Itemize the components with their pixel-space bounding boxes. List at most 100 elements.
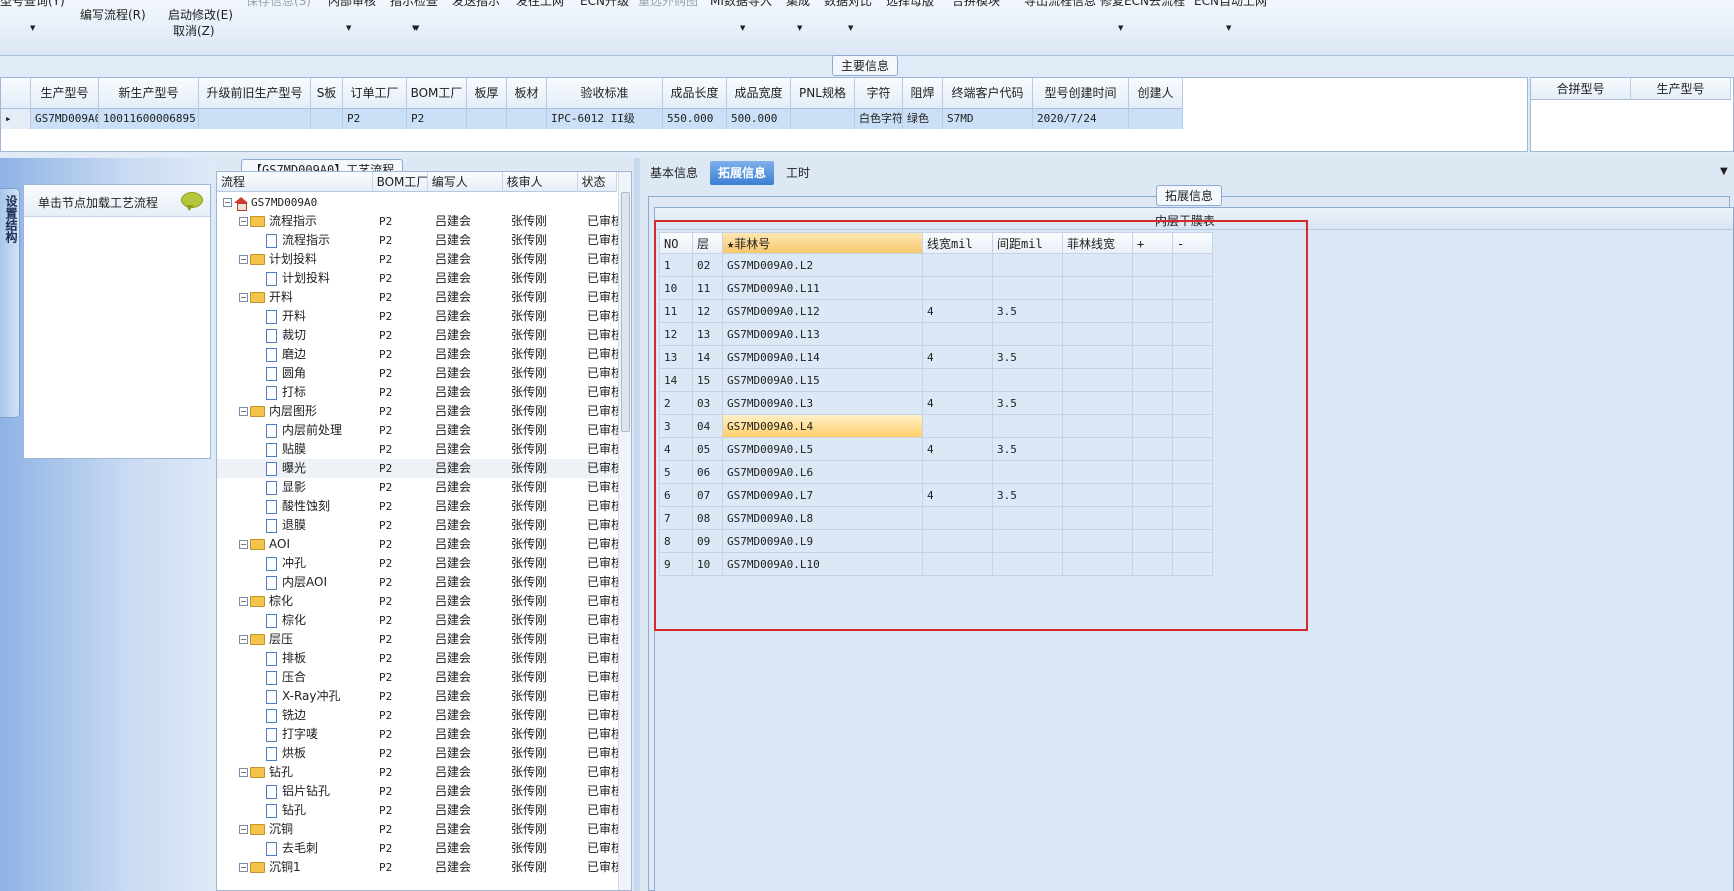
- tree-node[interactable]: 钻孔: [217, 801, 375, 820]
- tree-node-cell[interactable]: 磨边: [217, 345, 375, 364]
- main-col-header[interactable]: 成品宽度: [727, 78, 791, 109]
- tree-node-cell[interactable]: 去毛刺: [217, 839, 375, 858]
- tree-row[interactable]: 打字唛 P2 吕建会 张传刚 已审核: [217, 725, 623, 744]
- tree-node-cell[interactable]: 酸性蚀刻: [217, 497, 375, 516]
- dropdown-arrow-icon[interactable]: ▼: [30, 24, 35, 32]
- tree-node[interactable]: 流程指示: [217, 231, 375, 250]
- tree-node-cell[interactable]: 排板: [217, 649, 375, 668]
- tree-node-cell[interactable]: 显影: [217, 478, 375, 497]
- tree-node[interactable]: 退膜: [217, 516, 375, 535]
- main-col-header[interactable]: S板: [311, 78, 343, 109]
- toolbar-button-0[interactable]: 型号查询(Y): [0, 0, 65, 9]
- tree-col-header[interactable]: 核审人: [503, 172, 578, 192]
- tree-row[interactable]: 内层AOI P2 吕建会 张传刚 已审核: [217, 573, 623, 592]
- main-cell[interactable]: 500.000: [727, 109, 791, 129]
- structure-vertical-tab[interactable]: 设置结构: [0, 188, 20, 418]
- tree-node[interactable]: 酸性蚀刻: [217, 497, 375, 516]
- tree-node-cell[interactable]: − 开料: [217, 288, 375, 307]
- tree-node[interactable]: 排板: [217, 649, 375, 668]
- toolbar-button-12[interactable]: 集成: [786, 0, 810, 9]
- tree-node[interactable]: 磨边: [217, 345, 375, 364]
- expand-toggle-icon[interactable]: −: [239, 635, 248, 644]
- tree-node[interactable]: − 棕化: [217, 592, 375, 611]
- tree-node-cell[interactable]: − 钻孔: [217, 763, 375, 782]
- tree-row[interactable]: 开料 P2 吕建会 张传刚 已审核: [217, 307, 623, 326]
- tree-node[interactable]: 烘板: [217, 744, 375, 763]
- merge-col-header[interactable]: 生产型号: [1631, 78, 1731, 100]
- tree-row[interactable]: 压合 P2 吕建会 张传刚 已审核: [217, 668, 623, 687]
- tree-row[interactable]: − 层压 P2 吕建会 张传刚 已审核: [217, 630, 623, 649]
- main-cell[interactable]: [311, 109, 343, 129]
- tree-node-cell[interactable]: 流程指示: [217, 231, 375, 250]
- tree-row[interactable]: 圆角 P2 吕建会 张传刚 已审核: [217, 364, 623, 383]
- tree-node-cell[interactable]: 冲孔: [217, 554, 375, 573]
- main-cell[interactable]: GS7MD009A0: [31, 109, 99, 129]
- toolbar-button-6[interactable]: 指示检查: [390, 0, 438, 9]
- tree-row[interactable]: − 棕化 P2 吕建会 张传刚 已审核: [217, 592, 623, 611]
- main-col-header[interactable]: 板厚: [467, 78, 507, 109]
- tree-row[interactable]: X-Ray冲孔 P2 吕建会 张传刚 已审核: [217, 687, 623, 706]
- tree-row[interactable]: 磨边 P2 吕建会 张传刚 已审核: [217, 345, 623, 364]
- tree-node[interactable]: 贴膜: [217, 440, 375, 459]
- dropdown-arrow-icon[interactable]: ▼: [797, 24, 802, 32]
- tree-row[interactable]: 棕化 P2 吕建会 张传刚 已审核: [217, 611, 623, 630]
- expand-toggle-icon[interactable]: −: [239, 597, 248, 606]
- main-cell[interactable]: [791, 109, 855, 129]
- toolbar-button-5[interactable]: 内部审核: [328, 0, 376, 9]
- tree-node-cell[interactable]: 打字唛: [217, 725, 375, 744]
- speech-bubble-icon[interactable]: [181, 192, 203, 211]
- toolbar-button-14[interactable]: 选择母版: [886, 0, 934, 9]
- tree-node[interactable]: 计划投料: [217, 269, 375, 288]
- main-col-header[interactable]: BOM工厂: [407, 78, 467, 109]
- tree-row[interactable]: 内层前处理 P2 吕建会 张传刚 已审核: [217, 421, 623, 440]
- tree-row[interactable]: 退膜 P2 吕建会 张传刚 已审核: [217, 516, 623, 535]
- main-cell[interactable]: S7MD: [943, 109, 1033, 129]
- tree-node-cell[interactable]: 铝片钻孔: [217, 782, 375, 801]
- process-tree-scrollbar[interactable]: [618, 172, 631, 890]
- tree-node-cell[interactable]: − 内层图形: [217, 402, 375, 421]
- tree-node-cell[interactable]: − AOI: [217, 535, 375, 554]
- tree-row[interactable]: 排板 P2 吕建会 张传刚 已审核: [217, 649, 623, 668]
- toolbar-button-9[interactable]: ECN升级: [580, 0, 629, 9]
- tree-node[interactable]: − 内层图形: [217, 402, 375, 421]
- tree-row[interactable]: − GS7MD009A0: [217, 193, 617, 212]
- tree-node-cell[interactable]: − 计划投料: [217, 250, 375, 269]
- toolbar-button-16[interactable]: 导出流程信息: [1024, 0, 1096, 9]
- expand-toggle-icon[interactable]: −: [223, 198, 232, 207]
- tree-node[interactable]: − 流程指示: [217, 212, 375, 231]
- tree-row[interactable]: 显影 P2 吕建会 张传刚 已审核: [217, 478, 623, 497]
- tree-row[interactable]: 铣边 P2 吕建会 张传刚 已审核: [217, 706, 623, 725]
- tree-row[interactable]: 铝片钻孔 P2 吕建会 张传刚 已审核: [217, 782, 623, 801]
- merge-col-header[interactable]: 合拼型号: [1531, 78, 1631, 100]
- tree-row[interactable]: 裁切 P2 吕建会 张传刚 已审核: [217, 326, 623, 345]
- tree-node-cell[interactable]: 铣边: [217, 706, 375, 725]
- dropdown-arrow-icon[interactable]: ▼: [346, 24, 351, 32]
- tree-node[interactable]: 曝光: [217, 459, 375, 478]
- tree-node-cell[interactable]: 退膜: [217, 516, 375, 535]
- tree-row[interactable]: − 计划投料 P2 吕建会 张传刚 已审核: [217, 250, 623, 269]
- toolbar-button-11[interactable]: MI数据导入: [710, 0, 772, 9]
- main-col-header[interactable]: 生产型号: [31, 78, 99, 109]
- tree-node[interactable]: − AOI: [217, 535, 375, 554]
- tree-row[interactable]: − AOI P2 吕建会 张传刚 已审核: [217, 535, 623, 554]
- tree-node[interactable]: − 沉铜1: [217, 858, 375, 877]
- main-cell[interactable]: [507, 109, 547, 129]
- tree-row[interactable]: 钻孔 P2 吕建会 张传刚 已审核: [217, 801, 623, 820]
- tree-node[interactable]: 铝片钻孔: [217, 782, 375, 801]
- tree-node[interactable]: 棕化: [217, 611, 375, 630]
- tree-col-header[interactable]: 流程: [217, 172, 373, 192]
- toolbar-button-2[interactable]: 启动修改(E): [168, 6, 233, 23]
- tree-col-header[interactable]: 编写人: [428, 172, 503, 192]
- toolbar-button-4[interactable]: 保存信息(S): [246, 0, 311, 9]
- tree-node[interactable]: 开料: [217, 307, 375, 326]
- toolbar-button-17[interactable]: 修复ECN去流程: [1100, 0, 1185, 9]
- main-cell[interactable]: 550.000: [663, 109, 727, 129]
- tree-node-cell[interactable]: 计划投料: [217, 269, 375, 288]
- tree-node-cell[interactable]: 压合: [217, 668, 375, 687]
- main-col-header[interactable]: 字符: [855, 78, 903, 109]
- tree-row[interactable]: 计划投料 P2 吕建会 张传刚 已审核: [217, 269, 623, 288]
- tree-node-cell[interactable]: 打标: [217, 383, 375, 402]
- main-cell[interactable]: 10011600006895: [99, 109, 199, 129]
- tree-node[interactable]: 显影: [217, 478, 375, 497]
- tree-node-cell[interactable]: 内层前处理: [217, 421, 375, 440]
